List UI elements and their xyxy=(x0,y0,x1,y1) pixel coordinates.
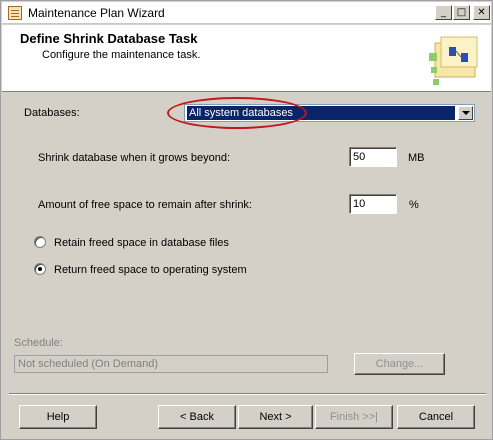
window-title: Maintenance Plan Wizard xyxy=(28,5,165,20)
title-bar[interactable]: Maintenance Plan Wizard _ □ ✕ xyxy=(2,2,491,24)
databases-dropdown[interactable]: All system databases xyxy=(184,104,475,122)
schedule-field: Not scheduled (On Demand) xyxy=(14,355,328,373)
help-button[interactable]: Help xyxy=(19,405,97,429)
close-button[interactable]: ✕ xyxy=(473,5,490,20)
maximize-button[interactable]: □ xyxy=(453,5,470,20)
wizard-header: Define Shrink Database Task Configure th… xyxy=(2,25,491,92)
free-space-label: Amount of free space to remain after shr… xyxy=(38,199,252,211)
close-icon: ✕ xyxy=(477,6,486,18)
schedule-label: Schedule: xyxy=(14,337,63,349)
retain-space-radio[interactable] xyxy=(34,236,46,248)
minimize-button[interactable]: _ xyxy=(435,5,452,20)
free-space-unit: % xyxy=(409,199,419,211)
maintenance-plan-icon xyxy=(8,5,22,20)
return-space-label[interactable]: Return freed space to operating system xyxy=(54,264,247,276)
databases-selected-value: All system databases xyxy=(187,106,455,120)
change-schedule-button[interactable]: Change... xyxy=(354,353,445,375)
chevron-down-icon xyxy=(461,111,470,115)
page-title: Define Shrink Database Task xyxy=(20,31,198,46)
footer-separator xyxy=(9,393,486,395)
databases-dropdown-button[interactable] xyxy=(458,106,473,120)
return-space-radio[interactable] xyxy=(34,263,46,275)
retain-space-label[interactable]: Retain freed space in database files xyxy=(54,237,229,249)
wizard-graphic-icon xyxy=(429,36,478,85)
minimize-icon: _ xyxy=(441,6,446,18)
shrink-threshold-input[interactable]: 50 xyxy=(349,147,397,167)
next-button[interactable]: Next > xyxy=(238,405,313,429)
shrink-threshold-label: Shrink database when it grows beyond: xyxy=(38,152,231,164)
wizard-window: Maintenance Plan Wizard _ □ ✕ Define Shr… xyxy=(0,0,493,440)
back-button[interactable]: < Back xyxy=(158,405,236,429)
page-subtitle: Configure the maintenance task. xyxy=(42,49,201,61)
maximize-icon: □ xyxy=(456,6,467,18)
databases-label: Databases: xyxy=(24,107,80,119)
shrink-threshold-unit: MB xyxy=(408,152,425,164)
finish-button[interactable]: Finish >>| xyxy=(315,405,393,429)
free-space-input[interactable]: 10 xyxy=(349,194,397,214)
cancel-button[interactable]: Cancel xyxy=(397,405,475,429)
